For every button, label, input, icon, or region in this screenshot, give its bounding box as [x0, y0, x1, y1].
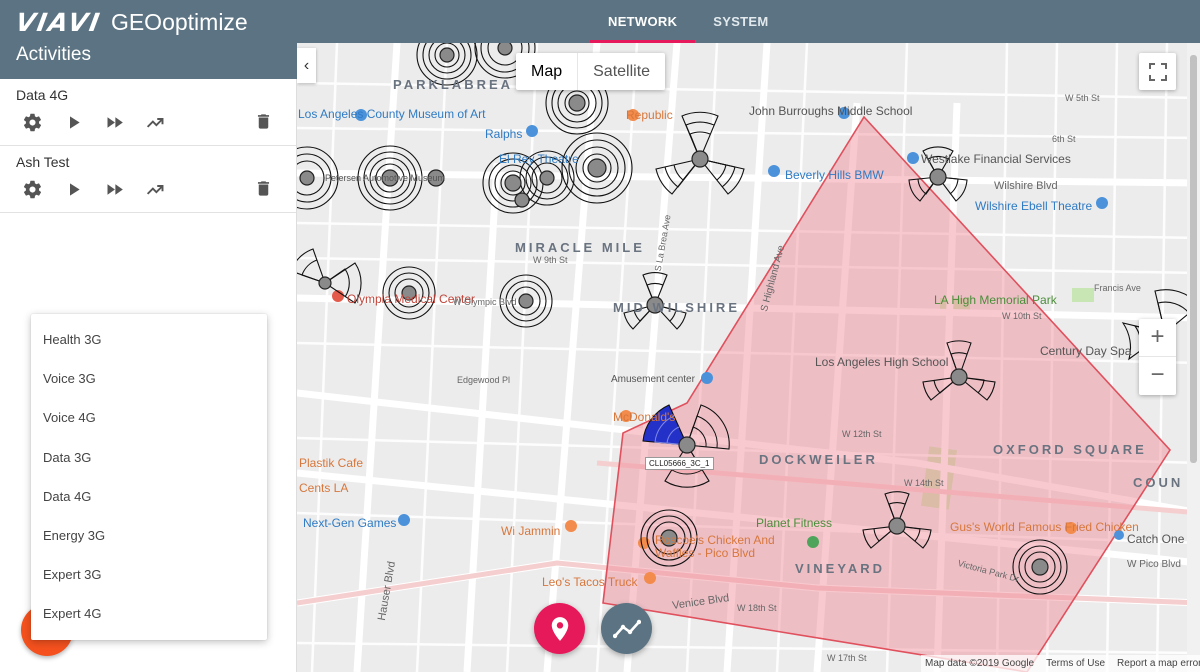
map-scrollbar[interactable]	[1187, 43, 1200, 672]
activity-name: Ash Test	[16, 154, 69, 170]
map-type-satellite[interactable]: Satellite	[578, 53, 665, 90]
area-label: OXFORD SQUARE	[993, 442, 1147, 457]
area-label: DOCKWEILER	[759, 452, 878, 467]
trash-icon[interactable]	[254, 111, 274, 133]
map-type-toggle: Map Satellite	[516, 53, 665, 90]
poi-label[interactable]: LA High Memorial Park	[934, 293, 1057, 307]
menu-item-expert-4g[interactable]: Expert 4G	[31, 594, 267, 633]
fast-forward-icon[interactable]	[104, 111, 145, 133]
street-label: W 9th St	[533, 255, 568, 265]
poi-label[interactable]: Leo's Tacos Truck	[542, 575, 637, 589]
report-map-error-link[interactable]: Report a map error	[1117, 655, 1200, 672]
collapse-panel-button[interactable]: ‹	[297, 48, 316, 83]
poi-label[interactable]: Republic	[626, 108, 673, 122]
zoom-in-button[interactable]: +	[1139, 319, 1176, 357]
map-pin-icon	[549, 616, 571, 642]
activities-title: Activities	[0, 43, 297, 79]
street-label: Francis Ave	[1094, 283, 1141, 293]
fast-forward-icon[interactable]	[104, 178, 145, 200]
menu-item-data-4g[interactable]: Data 4G	[31, 477, 267, 516]
street-label: W 5th St	[1065, 93, 1100, 103]
menu-item-energy-3g[interactable]: Energy 3G	[31, 516, 267, 555]
poi-label[interactable]: Wi Jammin	[501, 524, 560, 538]
poi-label[interactable]: Petersen Automotive Museum	[325, 173, 445, 183]
street-label: W 14th St	[904, 478, 944, 488]
network-map[interactable]: PARKLABREA MIRACLE MILE MID WILSHIRE DOC…	[297, 43, 1200, 672]
street-label: Wilshire Blvd	[994, 180, 1058, 192]
trend-icon[interactable]	[145, 178, 186, 200]
street-label: W 17th St	[827, 653, 867, 663]
menu-item-health-3g[interactable]: Health 3G	[31, 320, 267, 359]
tab-network[interactable]: NETWORK	[590, 0, 695, 43]
app-name: GEOoptimize	[111, 9, 248, 36]
activity-name: Data 4G	[16, 87, 68, 103]
tab-system[interactable]: SYSTEM	[695, 0, 786, 43]
poi-label[interactable]: Gus's World Famous Fried Chicken	[950, 520, 1139, 534]
poi-label[interactable]: Ralphs	[485, 127, 522, 141]
area-label: MID WILSHIRE	[613, 300, 740, 315]
trend-icon[interactable]	[145, 111, 186, 133]
trend-line-icon	[613, 619, 641, 639]
app-header: VIAVI GEOoptimize NETWORK SYSTEM	[0, 0, 1200, 43]
menu-item-voice-4g[interactable]: Voice 4G	[31, 398, 267, 437]
poi-label[interactable]: Los Angeles County Museum of Art	[298, 107, 485, 121]
gear-icon[interactable]	[22, 178, 63, 200]
street-label: W 10th St	[1002, 311, 1042, 321]
activity-item: Data 4G	[0, 79, 296, 146]
area-label: MIRACLE MILE	[515, 240, 645, 255]
poi-label[interactable]: Century Day Spa	[1040, 344, 1131, 358]
area-label: VINEYARD	[795, 561, 885, 576]
menu-item-data-3g[interactable]: Data 3G	[31, 438, 267, 477]
street-label: W 18th St	[737, 603, 777, 613]
fullscreen-button[interactable]	[1139, 53, 1176, 90]
menu-item-voice-3g[interactable]: Voice 3G	[31, 359, 267, 398]
poi-label[interactable]: Cents LA	[299, 481, 348, 495]
poi-label[interactable]: Westlake Financial Services	[921, 152, 1071, 166]
trash-icon[interactable]	[254, 178, 274, 200]
poi-label[interactable]: Amusement center	[611, 374, 695, 385]
poi-label[interactable]: Planet Fitness	[756, 516, 832, 530]
zoom-out-button[interactable]: −	[1139, 357, 1176, 395]
app-logo: VIAVI GEOoptimize	[16, 9, 248, 35]
selected-cell-tooltip: CLL05666_3C_1	[645, 457, 714, 470]
poi-label[interactable]: Plastik Cafe	[299, 456, 363, 470]
activity-type-menu: Health 3G Voice 3G Voice 4G Data 3G Data…	[31, 314, 267, 640]
street-label: W Olympic Blvd	[453, 297, 517, 307]
poi-label[interactable]: Wilshire Ebell Theatre	[975, 199, 1092, 213]
street-label: W Pico Blvd	[1127, 559, 1181, 570]
poi-label[interactable]: El Rey Theatre	[499, 152, 579, 166]
street-label: Edgewood Pl	[457, 375, 510, 385]
street-label: 6th St	[1052, 134, 1076, 144]
trend-chart-button[interactable]	[601, 603, 652, 654]
viavi-logo: VIAVI	[13, 8, 103, 37]
street-label: W 12th St	[842, 429, 882, 439]
gear-icon[interactable]	[22, 111, 63, 133]
menu-item-expert-3g[interactable]: Expert 3G	[31, 555, 267, 594]
play-icon[interactable]	[63, 111, 104, 133]
map-attribution: Map data ©2019 Google Terms of Use Repor…	[921, 655, 1200, 672]
map-data-credit: Map data ©2019 Google	[925, 655, 1034, 672]
poi-label[interactable]: McDonald's	[613, 410, 675, 424]
poi-label[interactable]: Roscoe's Chicken And Waffles - Pico Blvd	[655, 534, 775, 560]
fullscreen-icon	[1149, 63, 1167, 81]
poi-label[interactable]: Los Angeles High School	[815, 355, 948, 369]
play-icon[interactable]	[63, 178, 104, 200]
area-label: PARKLABREA	[393, 77, 513, 92]
poi-label[interactable]: Next-Gen Games	[303, 516, 396, 530]
poi-label[interactable]: John Burroughs Middle School	[749, 104, 912, 118]
map-type-map[interactable]: Map	[516, 53, 578, 90]
poi-label[interactable]: Beverly Hills BMW	[785, 168, 884, 182]
terms-of-use-link[interactable]: Terms of Use	[1046, 655, 1105, 672]
location-pin-button[interactable]	[534, 603, 585, 654]
activity-item: Ash Test	[0, 146, 296, 213]
main-nav: NETWORK SYSTEM	[590, 0, 787, 43]
poi-label[interactable]: Catch One	[1127, 532, 1184, 546]
scrollbar-thumb[interactable]	[1190, 55, 1197, 463]
zoom-control: + −	[1139, 319, 1176, 395]
